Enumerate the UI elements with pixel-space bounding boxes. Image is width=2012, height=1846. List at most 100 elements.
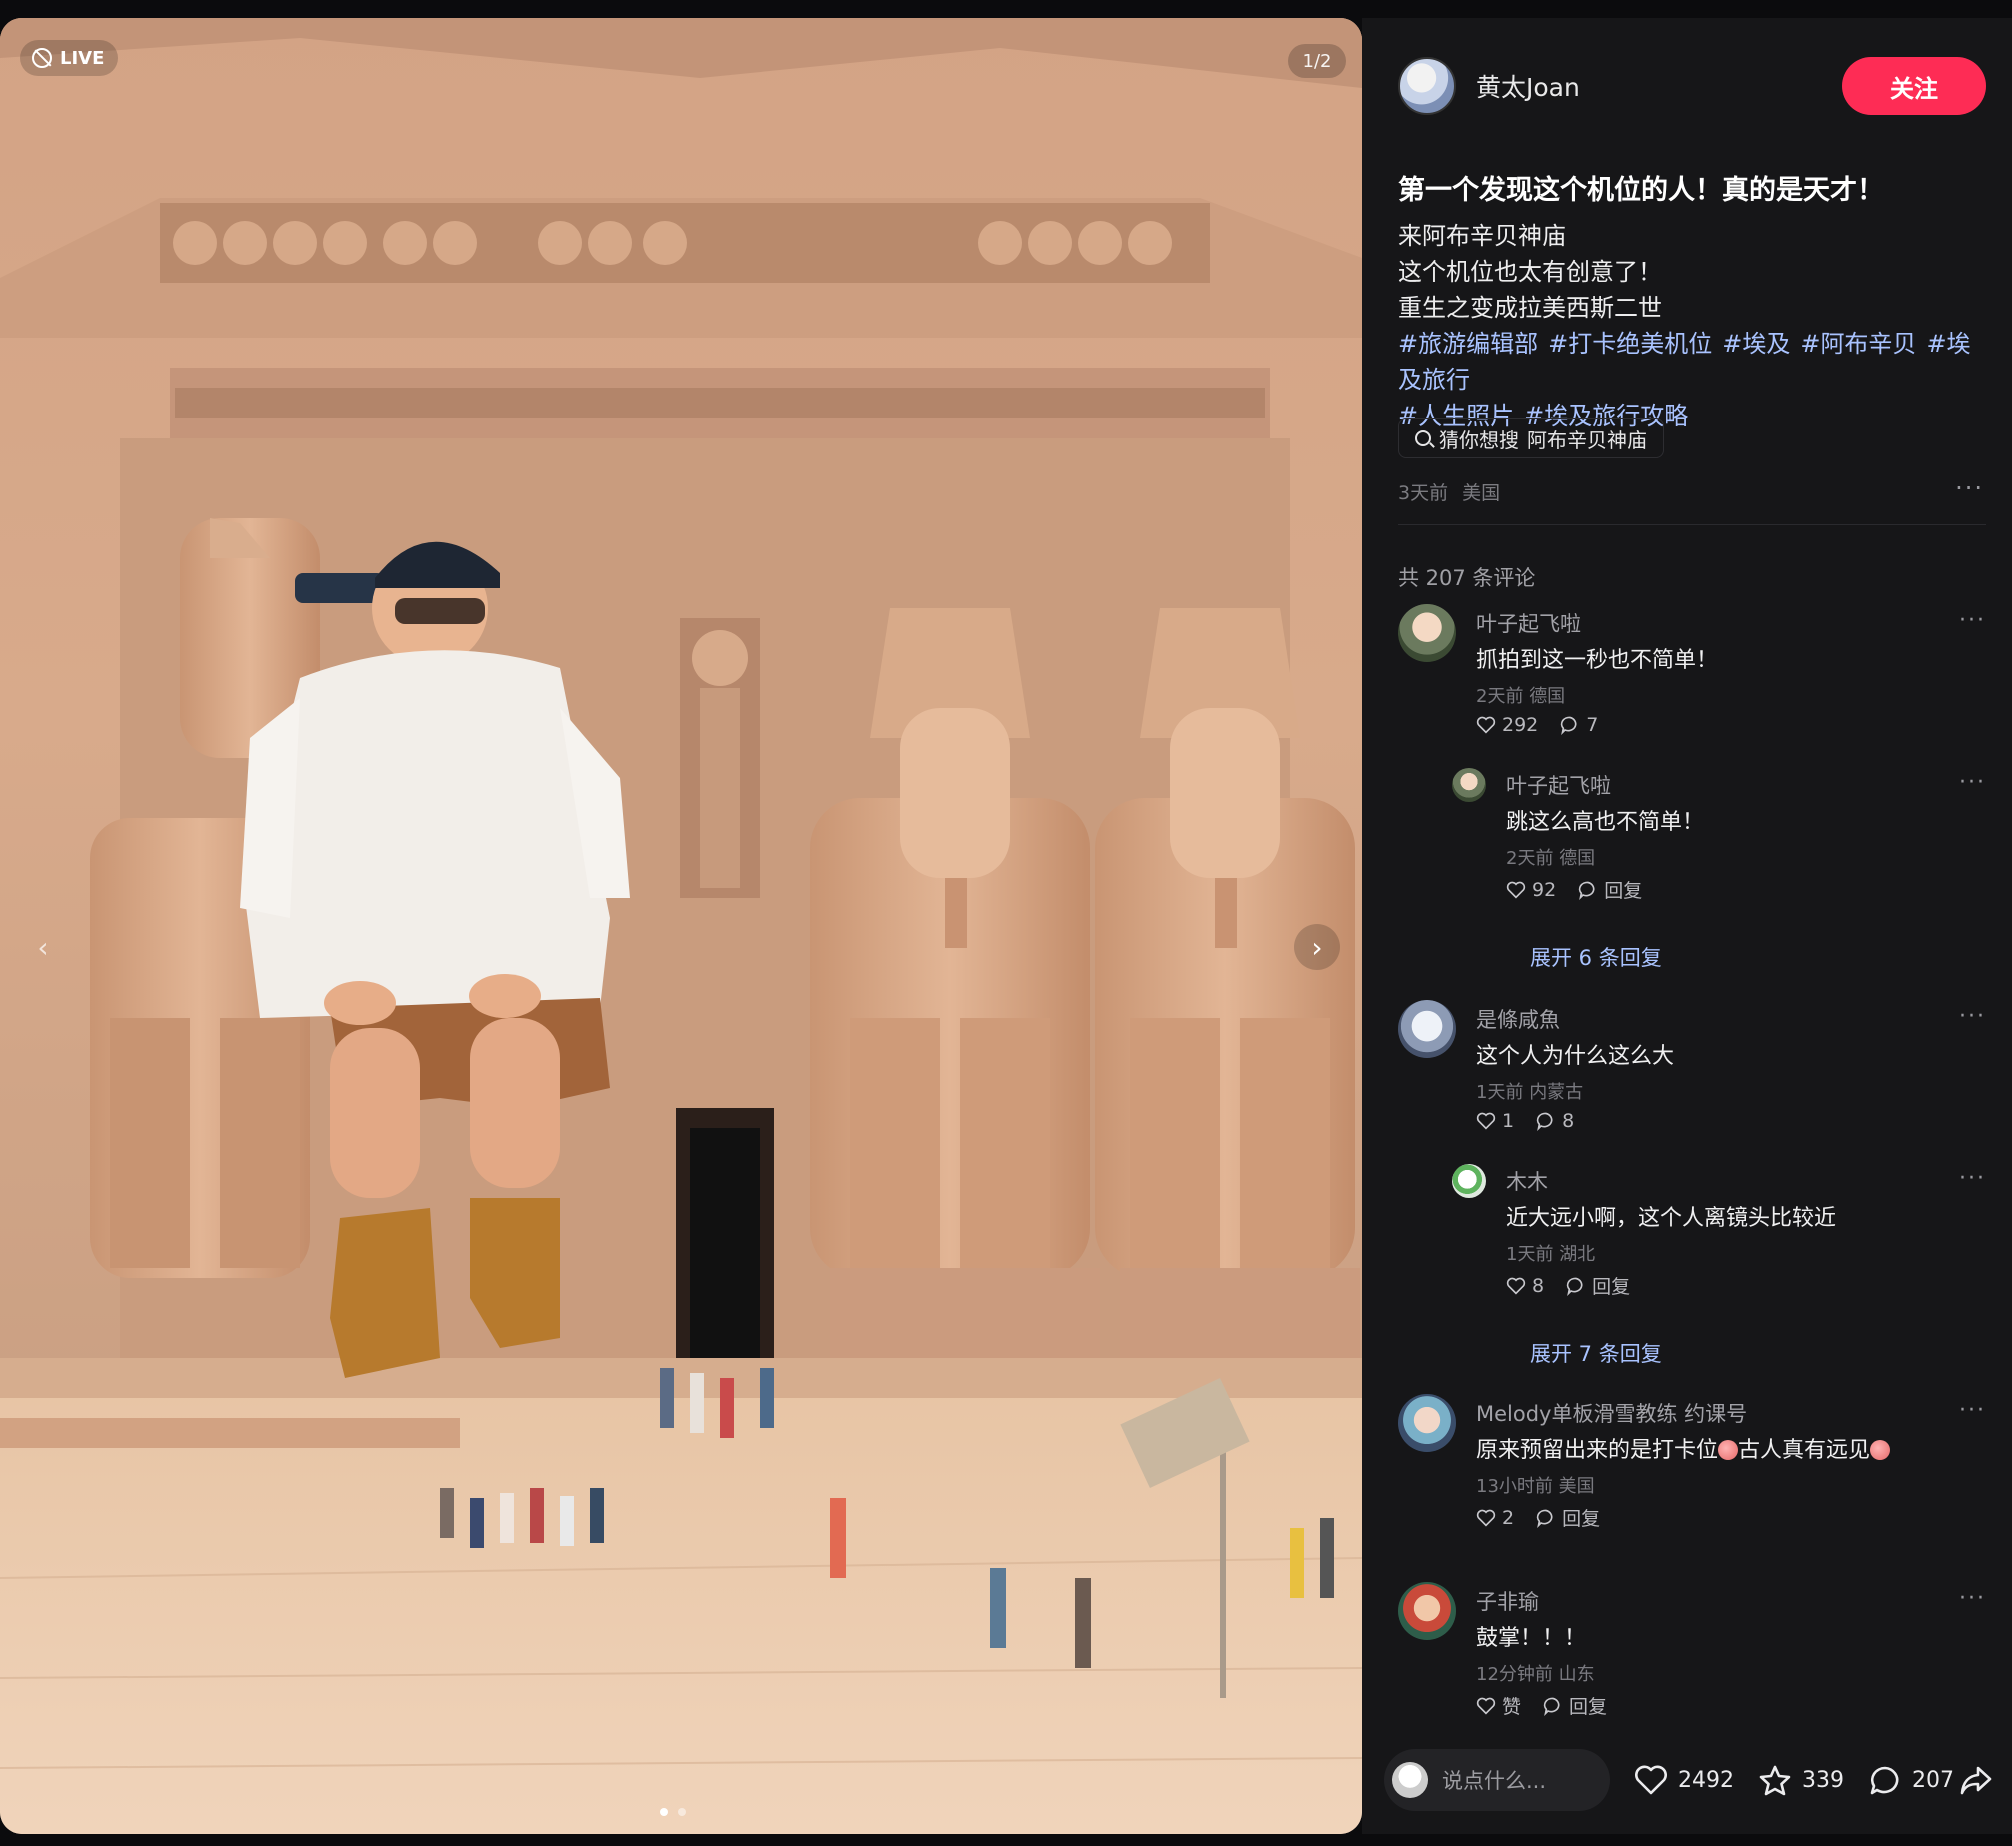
divider <box>1398 524 1986 525</box>
author-avatar[interactable] <box>1398 57 1456 115</box>
more-options-icon[interactable]: ··· <box>1959 1166 1986 1191</box>
comment-icon <box>1566 1277 1583 1296</box>
comment-button[interactable]: 207 <box>1868 1764 1954 1796</box>
reply-label: 回复 <box>1592 1276 1631 1298</box>
avatar[interactable] <box>1398 1582 1456 1640</box>
comment-author[interactable]: 叶子起飞啦 <box>1476 608 1581 638</box>
hashtag-link[interactable]: #埃及 <box>1722 330 1790 358</box>
comment-input-placeholder: 说点什么... <box>1442 1769 1547 1793</box>
comment-actions: 8 回复 <box>1506 1272 1630 1299</box>
heart-icon <box>1635 1765 1667 1795</box>
like-button[interactable]: 92 <box>1506 879 1556 901</box>
hashtag-link[interactable]: #打卡绝美机位 <box>1548 330 1712 358</box>
avatar[interactable] <box>1452 768 1486 802</box>
favorite-button[interactable]: 339 <box>1758 1764 1844 1796</box>
reply-button[interactable]: 回复 <box>1543 1692 1607 1719</box>
comment-actions: 2 回复 <box>1476 1504 1600 1531</box>
post-line: 来阿布辛贝神庙 <box>1398 222 1566 250</box>
more-options-icon[interactable]: ··· <box>1959 1004 1986 1029</box>
related-search-link[interactable]: 猜你想搜 阿布辛贝神庙 <box>1398 418 1664 458</box>
post-line: 这个机位也太有创意了！ <box>1398 258 1662 286</box>
live-photo-badge[interactable]: LIVE <box>20 40 119 76</box>
hashtag-link[interactable]: #阿布辛贝 <box>1800 330 1916 358</box>
carousel-dot[interactable] <box>660 1808 668 1816</box>
like-count: 92 <box>1532 878 1557 901</box>
reply-button[interactable]: 8 <box>1536 1110 1574 1132</box>
comment-meta: 1天前 湖北 <box>1506 1240 1595 1266</box>
comment-author[interactable]: 子非瑜 <box>1476 1586 1539 1616</box>
comment-icon <box>1579 881 1595 900</box>
comment-location: 德国 <box>1559 848 1596 869</box>
comment-author[interactable]: 叶子起飞啦 <box>1506 770 1611 800</box>
more-options-icon[interactable]: ··· <box>1959 608 1986 633</box>
reply-label: 回复 <box>1562 1508 1601 1530</box>
comment-time: 13小时前 <box>1476 1476 1553 1497</box>
like-button[interactable]: 8 <box>1506 1275 1544 1297</box>
like-button[interactable]: 2 <box>1476 1507 1514 1529</box>
next-image-button[interactable]: › <box>1294 924 1340 970</box>
search-term: 阿布辛贝神庙 <box>1527 427 1647 452</box>
hashtag-link[interactable]: #旅游编辑部 <box>1398 330 1538 358</box>
page: LIVE 1/2 ‹ › 黄太Joan 关注 第一个发现这个机位的人！真的是天才… <box>0 0 2012 1846</box>
like-button[interactable]: 赞 <box>1476 1692 1521 1719</box>
comment-author[interactable]: Melody单板滑雪教练 约课号 <box>1476 1398 1747 1428</box>
comment-location: 内蒙古 <box>1529 1082 1584 1103</box>
follow-button[interactable]: 关注 <box>1842 57 1986 115</box>
more-options-icon[interactable]: ··· <box>1955 474 1984 502</box>
like-post-button[interactable]: 2492 <box>1634 1764 1734 1796</box>
like-button[interactable]: 292 <box>1476 714 1538 736</box>
reply-button[interactable]: 回复 <box>1578 876 1642 903</box>
comment-item: Melody单板滑雪教练 约课号 原来预留出来的是打卡位 古人真有远见 13小时前… <box>1398 1394 1986 1544</box>
comment-item: 子非瑜 鼓掌！！！ 12分钟前 山东 赞 回复 ··· <box>1398 1582 1986 1732</box>
avatar[interactable] <box>1398 1394 1456 1452</box>
photo-viewer[interactable]: LIVE 1/2 ‹ › <box>0 18 1362 1834</box>
author-name[interactable]: 黄太Joan <box>1476 68 1580 104</box>
share-icon[interactable] <box>1958 1762 1994 1798</box>
comment-item: 叶子起飞啦 抓拍到这一秒也不简单！ 2天前 德国 292 7 ··· <box>1398 604 1986 754</box>
carousel-dot[interactable] <box>678 1808 686 1816</box>
more-options-icon[interactable]: ··· <box>1959 770 1986 795</box>
like-count: 292 <box>1502 714 1539 736</box>
comment-text: 鼓掌！！！ <box>1476 1626 1587 1651</box>
like-count: 1 <box>1502 1110 1515 1132</box>
comment-location: 山东 <box>1558 1664 1595 1685</box>
comment-time: 1天前 <box>1506 1244 1554 1265</box>
more-options-icon[interactable]: ··· <box>1959 1586 1986 1611</box>
post-meta: 3天前 美国 <box>1398 478 1500 505</box>
heart-icon <box>1476 1697 1496 1715</box>
live-icon <box>32 48 52 68</box>
reply-label: 回复 <box>1569 1696 1608 1718</box>
comment-icon <box>1543 1697 1560 1716</box>
note-detail-panel: 黄太Joan 关注 第一个发现这个机位的人！真的是天才！ 来阿布辛贝神庙 这个机… <box>1362 18 2012 1834</box>
post-time: 3天前 <box>1398 482 1449 504</box>
like-count: 8 <box>1532 1274 1545 1297</box>
star-icon <box>1759 1765 1791 1796</box>
comment-text: 近大远小啊，这个人离镜头比较近 <box>1506 1206 1837 1231</box>
comment-text: 原来预留出来的是打卡位 古人真有远见 <box>1476 1432 1891 1464</box>
avatar[interactable] <box>1398 604 1456 662</box>
comment-meta: 2天前 德国 <box>1506 844 1595 870</box>
comment-meta: 12分钟前 山东 <box>1476 1660 1595 1686</box>
reply-button[interactable]: 回复 <box>1536 1504 1600 1531</box>
avatar[interactable] <box>1452 1164 1486 1198</box>
comment-author[interactable]: 木木 <box>1506 1166 1548 1196</box>
reply-button[interactable]: 7 <box>1560 714 1598 736</box>
reply-item: 叶子起飞啦 跳这么高也不简单！ 2天前 德国 92 回复 ··· <box>1452 766 1986 916</box>
comment-author[interactable]: 是條咸魚 <box>1476 1004 1560 1034</box>
like-count: 2492 <box>1678 1767 1734 1793</box>
expand-replies-link[interactable]: 展开 7 条回复 <box>1530 1338 1662 1368</box>
engagement-bar: 说点什么... 2492 339 207 <box>1384 1748 1994 1812</box>
previous-image-button[interactable]: ‹ <box>20 924 66 970</box>
heart-icon <box>1476 1112 1496 1130</box>
heart-icon <box>1476 716 1496 734</box>
carousel-dots <box>660 1808 686 1816</box>
comment-location: 德国 <box>1529 686 1566 707</box>
comment-input[interactable]: 说点什么... <box>1384 1749 1610 1811</box>
expand-replies-link[interactable]: 展开 6 条回复 <box>1530 942 1662 972</box>
like-button[interactable]: 1 <box>1476 1110 1514 1132</box>
avatar[interactable] <box>1398 1000 1456 1058</box>
reply-button[interactable]: 回复 <box>1566 1272 1630 1299</box>
comment-actions: 292 7 <box>1476 714 1598 736</box>
search-icon <box>1415 430 1431 446</box>
more-options-icon[interactable]: ··· <box>1959 1398 1986 1423</box>
